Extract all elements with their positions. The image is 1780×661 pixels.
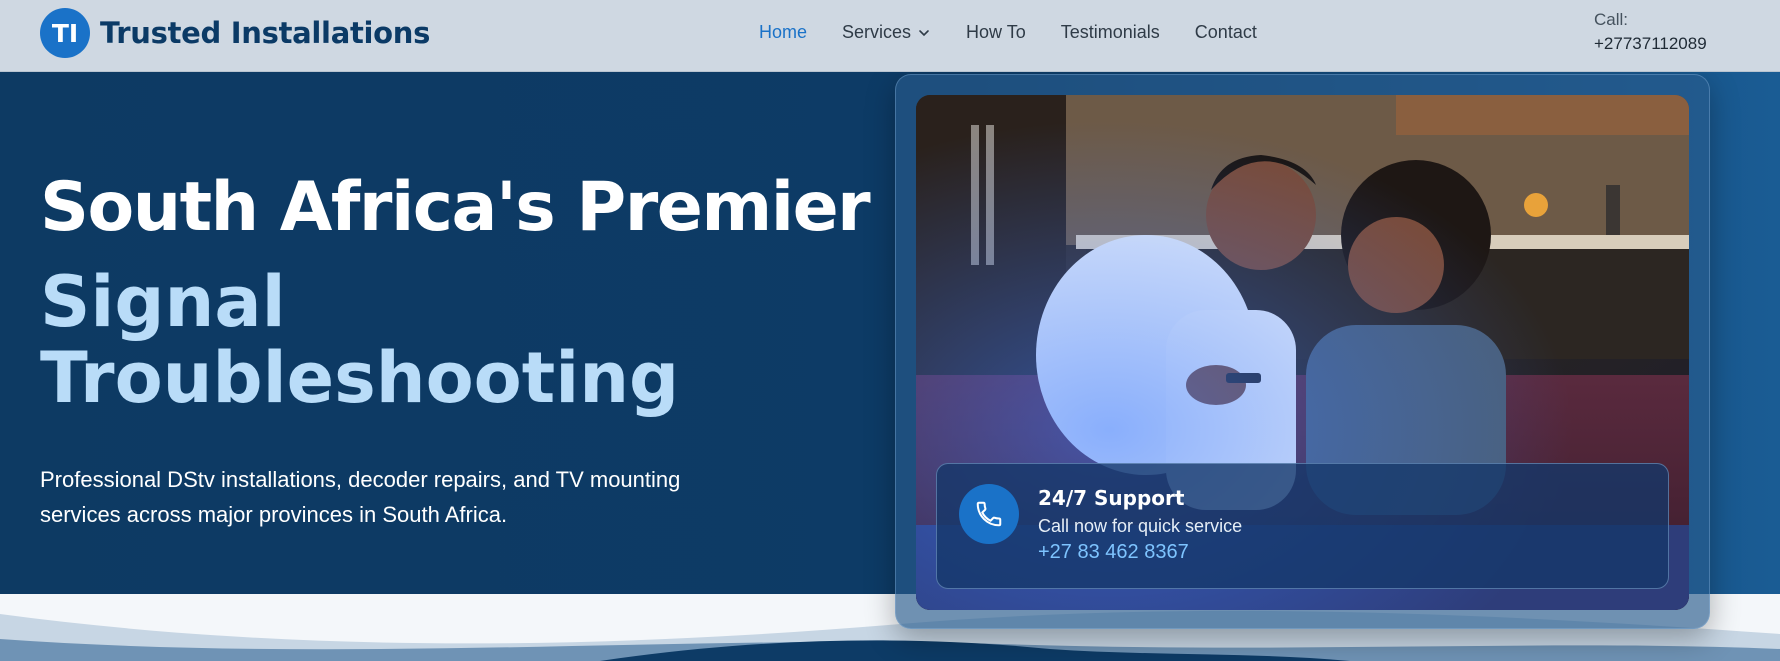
brand-name: Trusted Installations — [100, 16, 431, 50]
phone-icon — [959, 484, 1019, 544]
call-label: Call: — [1594, 10, 1629, 29]
brand-logo[interactable]: TI Trusted Installations — [40, 8, 430, 58]
main-nav: Home Services How To Testimonials Contac… — [759, 22, 1257, 43]
support-title: 24/7 Support — [1038, 486, 1185, 510]
logo-badge: TI — [40, 8, 90, 58]
nav-contact[interactable]: Contact — [1195, 22, 1257, 43]
nav-testimonials[interactable]: Testimonials — [1061, 22, 1160, 43]
nav-home[interactable]: Home — [759, 22, 807, 43]
nav-services-label: Services — [842, 22, 912, 42]
header-call: Call: +27737112089 — [1594, 8, 1707, 56]
support-phone-link[interactable]: +27 83 462 8367 — [1038, 541, 1189, 564]
chevron-down-icon — [919, 29, 929, 36]
site-header: TI Trusted Installations Home Services H… — [0, 0, 1780, 72]
call-number[interactable]: +27737112089 — [1594, 32, 1707, 56]
nav-services[interactable]: Services — [842, 22, 931, 43]
hero-description: Professional DStv installations, decoder… — [40, 467, 681, 527]
hero-headline: South Africa's Premier — [40, 168, 871, 247]
hero-subheadline: Signal Troubleshooting — [40, 261, 680, 419]
support-callout[interactable]: 24/7 Support Call now for quick service … — [936, 463, 1669, 589]
hero-photo-card: 24/7 Support Call now for quick service … — [895, 74, 1710, 629]
support-subtitle: Call now for quick service — [1038, 516, 1243, 536]
nav-how-to[interactable]: How To — [966, 22, 1026, 43]
